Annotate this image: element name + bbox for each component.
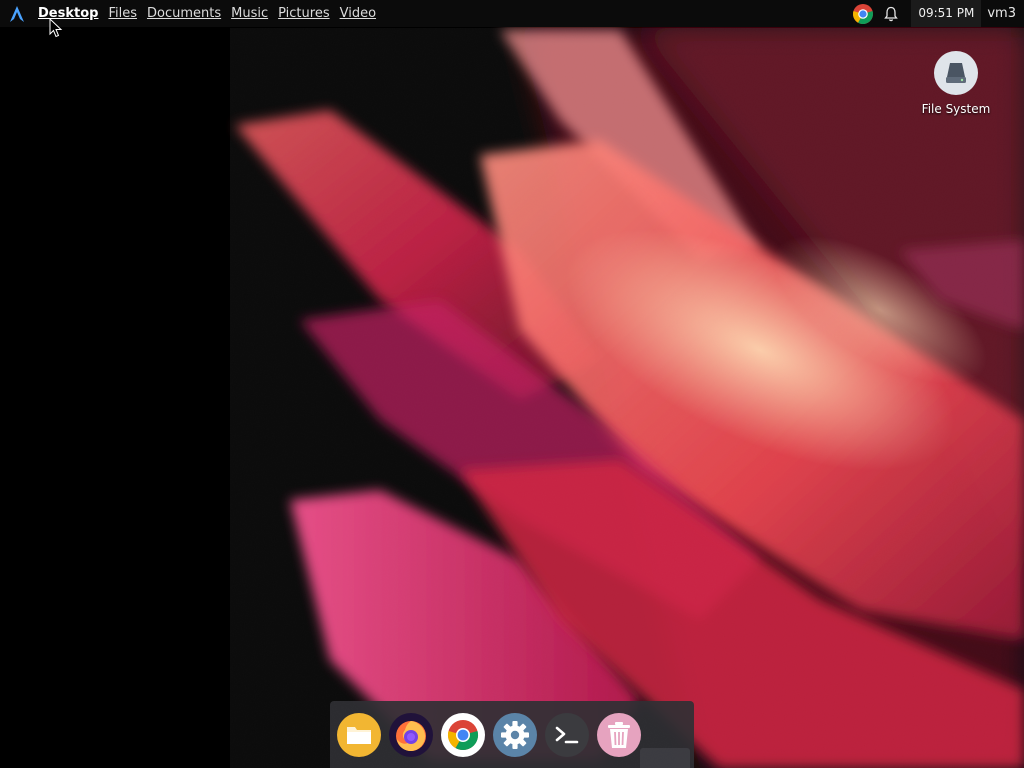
place-desktop-label: Desktop bbox=[38, 6, 99, 21]
place-pictures[interactable]: Pictures bbox=[273, 0, 334, 27]
top-panel: Desktop Files Documents Music Pictures V… bbox=[0, 0, 1024, 27]
firefox-icon bbox=[389, 712, 433, 757]
notification-bell-icon[interactable] bbox=[880, 3, 902, 25]
place-video[interactable]: Video bbox=[335, 0, 381, 27]
place-files-label: Files bbox=[108, 6, 137, 21]
dock-item-trash[interactable] bbox=[596, 712, 642, 758]
clock[interactable]: 09:51 PM bbox=[911, 0, 982, 27]
user-label[interactable]: vm3 bbox=[981, 6, 1024, 21]
wallpaper bbox=[0, 0, 1024, 768]
place-music-label: Music bbox=[231, 6, 269, 21]
dock-item-settings[interactable] bbox=[492, 712, 538, 758]
place-desktop[interactable]: Desktop bbox=[33, 0, 103, 27]
desktop[interactable]: Desktop Files Documents Music Pictures V… bbox=[0, 0, 1024, 768]
drive-icon bbox=[933, 50, 979, 96]
dock-empty-slot bbox=[640, 748, 690, 768]
dock-item-terminal[interactable] bbox=[544, 712, 590, 758]
dock-item-chrome[interactable] bbox=[440, 712, 486, 758]
place-files[interactable]: Files bbox=[103, 0, 142, 27]
place-video-label: Video bbox=[339, 6, 377, 21]
desktop-icon-file-system[interactable]: File System bbox=[914, 50, 998, 116]
dock bbox=[330, 701, 694, 768]
chrome-icon[interactable] bbox=[852, 3, 874, 25]
trash-icon bbox=[597, 712, 641, 757]
chrome-icon bbox=[441, 712, 485, 757]
app-menu-logo-icon[interactable] bbox=[9, 5, 25, 22]
system-tray: 09:51 PM vm3 bbox=[849, 0, 1024, 27]
gear-icon bbox=[493, 712, 537, 757]
place-documents-label: Documents bbox=[146, 6, 222, 21]
dock-item-files[interactable] bbox=[336, 712, 382, 758]
dock-item-firefox[interactable] bbox=[388, 712, 434, 758]
mouse-cursor-icon bbox=[49, 18, 63, 38]
folder-icon bbox=[337, 712, 381, 757]
place-pictures-label: Pictures bbox=[278, 6, 330, 21]
place-music[interactable]: Music bbox=[226, 0, 273, 27]
desktop-icon-label: File System bbox=[921, 102, 991, 116]
places-menu: Desktop Files Documents Music Pictures V… bbox=[33, 0, 381, 27]
terminal-icon bbox=[545, 712, 589, 757]
place-documents[interactable]: Documents bbox=[142, 0, 226, 27]
